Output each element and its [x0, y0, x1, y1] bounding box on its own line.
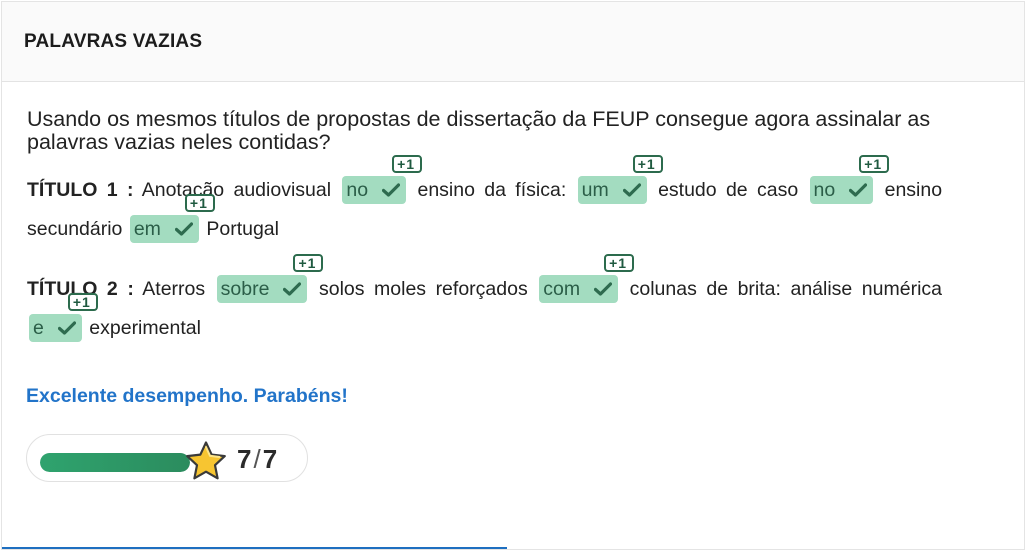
stopword-chip[interactable]: com +1 [537, 254, 635, 309]
progress-bar [40, 453, 190, 472]
points-badge: +1 [632, 155, 663, 173]
stopword-chip[interactable]: sobre +1 [215, 254, 324, 309]
title-2-text: experimental [89, 317, 201, 339]
score-separator: / [253, 444, 261, 474]
stopword-chip[interactable]: e +1 [27, 293, 98, 348]
stopword-chip[interactable]: um +1 [576, 155, 663, 210]
stopword-chip[interactable]: em +1 [128, 194, 215, 249]
question-text: Usando os mesmos títulos de propostas de… [27, 107, 931, 154]
check-icon [622, 183, 641, 197]
stopword-chip[interactable]: no +1 [808, 155, 890, 210]
stopword-chip-selected[interactable]: e [29, 314, 82, 342]
stopword-chip-selected[interactable]: no [809, 176, 874, 204]
exercise-card: PALAVRAS VAZIAS Usando os mesmos títulos… [1, 1, 1025, 550]
stopword-chip-selected[interactable]: no [342, 176, 407, 204]
score-total: 7 [262, 444, 278, 474]
feedback-message: Excelente desempenho. Parabéns! [26, 385, 348, 407]
stopword-chip-label: com [543, 278, 581, 300]
title-1-text: Portugal [206, 218, 279, 240]
check-icon [849, 183, 868, 197]
stopword-chip-label: no [346, 179, 369, 201]
title-2-text: colunas de brita [629, 278, 776, 300]
title-1-text: Anotação audiovisual [141, 179, 332, 201]
title-1-colon-inline: : [560, 179, 567, 201]
title-1-label: TÍTULO 1 [27, 179, 118, 201]
progress-bar-fill [40, 453, 190, 472]
check-icon [174, 222, 193, 236]
title-1-paragraph: TÍTULO 1 : Anotação audiovisual no +1 en… [27, 155, 942, 249]
score-current: 7 [237, 444, 252, 474]
title-2-text: análise numérica [790, 278, 942, 300]
title-2-text: Aterros [142, 278, 206, 300]
exercise-header: PALAVRAS VAZIAS [2, 2, 1024, 82]
points-badge: +1 [293, 254, 324, 272]
stopword-chip-selected[interactable]: com [539, 275, 619, 303]
stopword-chip-label: no [813, 179, 836, 201]
stopword-chip-selected[interactable]: em [129, 215, 199, 243]
stopword-chip-selected[interactable]: um [577, 176, 647, 204]
points-badge: +1 [859, 155, 890, 173]
check-icon [283, 282, 302, 296]
points-badge: +1 [604, 254, 635, 272]
points-badge: +1 [67, 293, 98, 311]
exercise-body: Usando os mesmos títulos de propostas de… [2, 108, 1024, 348]
stopword-chip-label: em [133, 218, 161, 240]
title-2-text: solos moles reforçados [318, 278, 528, 300]
check-icon [57, 321, 76, 335]
title-2-paragraph: TÍTULO 2 : Aterros sobre +1 solos moles … [27, 254, 942, 348]
title-2-colon-inline: : [775, 278, 781, 300]
points-badge: +1 [184, 194, 215, 212]
check-icon [382, 183, 401, 197]
bottom-progress-line [2, 547, 507, 549]
title-1-text: estudo de caso [658, 179, 799, 201]
stopword-chip-label: um [581, 179, 609, 201]
title-1-colon: : [126, 179, 134, 201]
title-1-text: ensino da física [417, 179, 561, 201]
stopword-chip-label: sobre [220, 278, 270, 300]
stopword-chip-label: e [33, 317, 44, 339]
stopword-chip[interactable]: no +1 [340, 155, 423, 210]
check-icon [594, 282, 613, 296]
points-badge: +1 [392, 155, 423, 173]
score-panel: 7/7 [26, 434, 308, 482]
exercise-title: PALAVRAS VAZIAS [24, 30, 203, 52]
title-2-colon: : [127, 278, 134, 300]
score-text: 7/7 [237, 444, 277, 475]
star-icon [186, 441, 226, 480]
stopword-chip-selected[interactable]: sobre [216, 275, 308, 303]
